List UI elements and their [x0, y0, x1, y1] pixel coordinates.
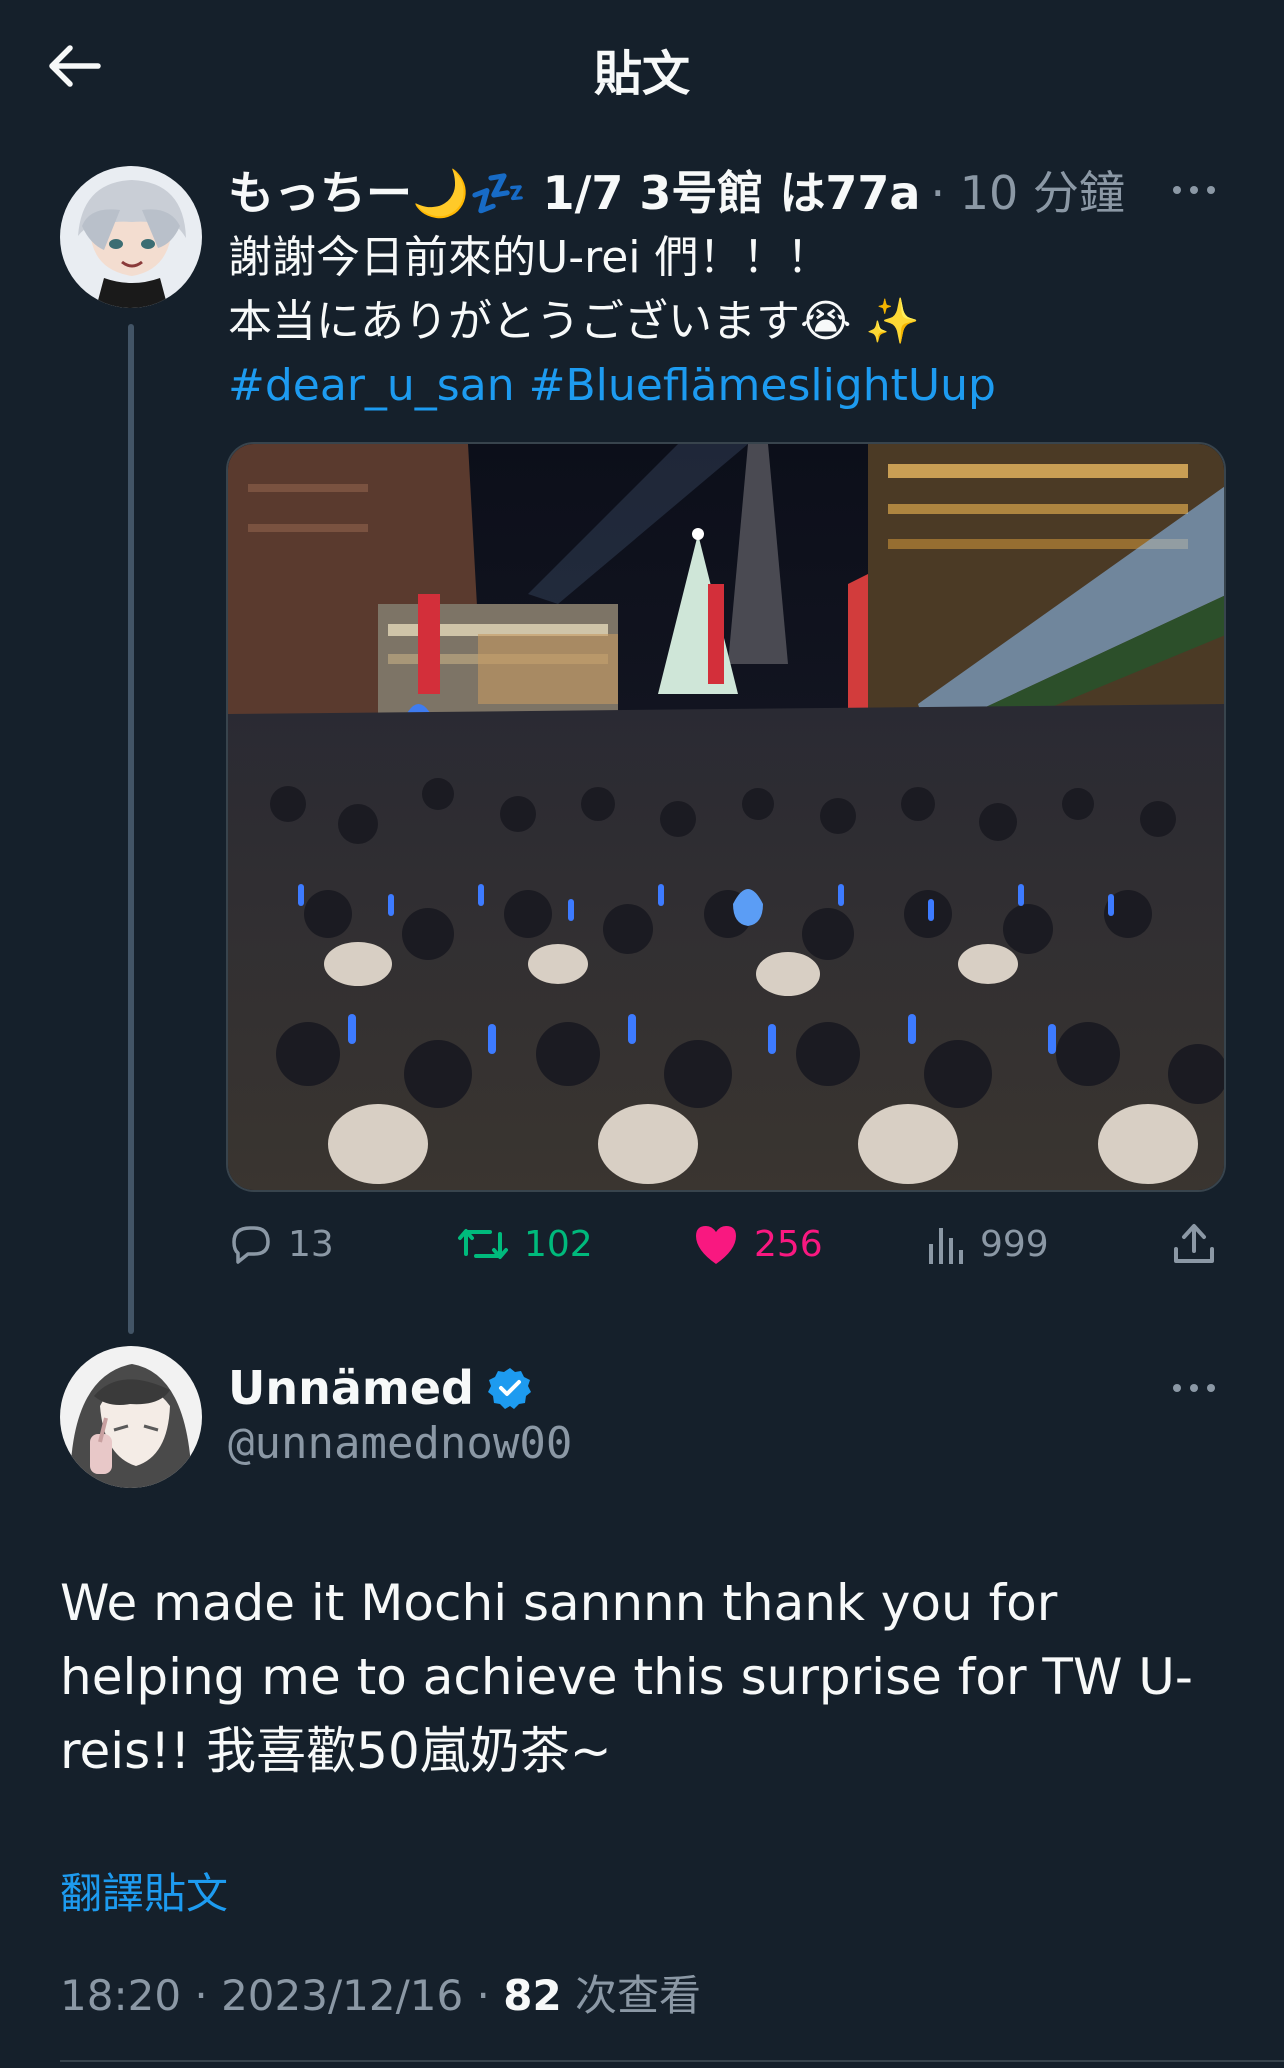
view-count: 82 — [503, 1971, 562, 2020]
retweet-icon — [458, 1229, 508, 1259]
post-header: Unnämed — [228, 1358, 532, 1418]
post-line: 本当にありがとうございます😭 ✨ — [228, 296, 921, 347]
reply-icon — [232, 1226, 270, 1264]
like-button[interactable]: 256 — [692, 1212, 823, 1276]
view-label: 次查看 — [561, 1971, 702, 2020]
views-count: 999 — [980, 1223, 1049, 1265]
post-photo[interactable] — [226, 442, 1226, 1192]
verified-badge-icon — [487, 1368, 531, 1409]
action-bar: 13 102 256 999 — [228, 1212, 1228, 1276]
hashtag-link[interactable]: Uup — [908, 360, 996, 411]
reply-button[interactable]: 13 — [228, 1212, 334, 1276]
more-options-icon[interactable] — [1164, 170, 1224, 210]
views-button[interactable]: 999 — [926, 1212, 1049, 1276]
reply-count: 13 — [288, 1223, 334, 1265]
post-text: 謝謝今日前來的U-rei 們！！！ 本当にありがとうございます😭 ✨ #dear… — [228, 226, 1238, 418]
hashtag-link[interactable]: #Blueflämeslight — [529, 360, 908, 411]
post-text: We made it Mochi sannnn thank you for he… — [60, 1574, 1193, 1780]
top-bar: 貼文 — [0, 0, 1284, 128]
like-count: 256 — [754, 1223, 823, 1265]
thread-line — [128, 324, 134, 1334]
hashtag-line: #dear_u_san #BlueflämeslightUup — [228, 354, 1238, 418]
page-title: 貼文 — [593, 46, 690, 102]
post-line: 謝謝今日前來的U-rei 們！！！ — [228, 232, 831, 283]
display-name[interactable]: Unnämed — [228, 1361, 474, 1415]
translate-post-link[interactable]: 翻譯貼文 — [60, 1860, 228, 1921]
heart-icon — [696, 1226, 736, 1264]
retweet-button[interactable]: 102 — [456, 1212, 593, 1276]
divider — [60, 2060, 1284, 2062]
avatar[interactable] — [60, 1346, 202, 1488]
user-handle[interactable]: @unnamednow00 — [228, 1418, 572, 1469]
post-timestamp: 18:20 · 2023/12/16 · 82 次查看 — [60, 1962, 701, 2023]
share-button[interactable] — [1172, 1212, 1230, 1276]
share-icon — [1174, 1224, 1214, 1263]
display-name[interactable]: もっちー🌙💤 1/7 3号館 は77a — [228, 157, 920, 223]
more-options-icon[interactable] — [1164, 1368, 1224, 1408]
views-icon — [929, 1228, 963, 1264]
post-time[interactable]: · 10 分鐘 — [930, 157, 1124, 223]
retweet-count: 102 — [524, 1223, 593, 1265]
post-header: もっちー🌙💤 1/7 3号館 は77a · 10 分鐘 — [228, 160, 1228, 220]
timestamp-text[interactable]: 18:20 · 2023/12/16 · — [60, 1971, 503, 2020]
hashtag-link[interactable]: #dear_u_san — [228, 360, 515, 411]
avatar[interactable] — [60, 166, 202, 308]
